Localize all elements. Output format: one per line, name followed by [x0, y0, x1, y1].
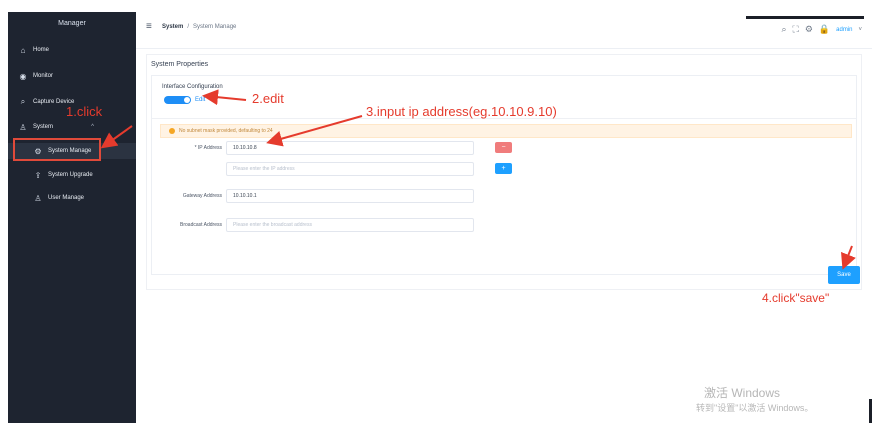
sidebar-item-monitor[interactable]: ◉ Monitor	[8, 68, 136, 84]
home-icon: ⌂	[20, 45, 26, 55]
ip-address-input[interactable]: 10.10.10.8	[226, 141, 474, 155]
annotation-step-1: 1.click	[66, 104, 103, 119]
annotation-step-2: 2.edit	[252, 91, 284, 106]
edit-label: Edit	[195, 97, 206, 103]
sidebar-item-user-manage[interactable]: ♙ User Manage	[8, 190, 136, 206]
warning-icon	[169, 128, 175, 134]
sidebar-item-label: Monitor	[33, 73, 54, 79]
broadcast-address-input[interactable]: Please enter the broadcast address	[226, 218, 474, 232]
app-brand: Manager	[58, 20, 86, 27]
sidebar: Manager ⌂ Home ◉ Monitor ⌕ Capture Devic…	[8, 12, 136, 423]
sidebar-item-system[interactable]: ♙ System ^	[8, 119, 136, 135]
ip-address-input-2[interactable]: Please enter the IP address	[226, 162, 474, 176]
search-icon: ⌕	[20, 97, 26, 106]
gateway-address-label: Gateway Address	[182, 193, 222, 199]
gear-icon: ⚙	[34, 146, 42, 156]
sidebar-item-label: System Manage	[48, 148, 92, 154]
annotation-step-3: 3.input ip address(eg.10.10.9.10)	[366, 104, 557, 119]
topbar-dark-bar	[746, 16, 864, 19]
chevron-up-icon: ^	[91, 124, 94, 130]
sidebar-item-label: Home	[33, 47, 50, 53]
edit-toggle[interactable]: Edit	[164, 96, 205, 104]
windows-activation-subtext: 转到"设置"以激活 Windows。	[696, 403, 814, 413]
card-title: System Properties	[151, 61, 209, 68]
gateway-address-input[interactable]: 10.10.10.1	[226, 189, 474, 203]
settings-icon[interactable]: ⚙	[805, 24, 813, 35]
ip-address-label: * IP Address	[194, 145, 222, 151]
breadcrumb-current: System Manage	[193, 24, 237, 30]
user-menu[interactable]: admin	[836, 27, 852, 33]
upload-icon: ⇪	[34, 170, 42, 180]
sidebar-item-home[interactable]: ⌂ Home	[8, 42, 136, 58]
add-ip-button[interactable]: +	[495, 163, 512, 174]
section-title: Interface Configuration	[162, 84, 223, 90]
toggle-switch[interactable]	[164, 96, 191, 104]
broadcast-address-label: Broadcast Address	[180, 222, 222, 228]
search-icon[interactable]: ⌕	[781, 24, 786, 35]
sidebar-item-system-upgrade[interactable]: ⇪ System Upgrade	[8, 167, 136, 183]
save-button[interactable]: Save	[828, 266, 860, 284]
sidebar-item-system-manage[interactable]: ⚙ System Manage	[8, 143, 136, 159]
warning-banner: No subnet mask provided, defaulting to 2…	[160, 124, 852, 138]
user-icon: ♙	[19, 122, 27, 132]
sidebar-item-label: User Manage	[48, 195, 85, 201]
topbar: ≡ System / System Manage ⌕ ⛶ ⚙ 🔒 admin ˅	[136, 12, 872, 49]
windows-activation-watermark: 激活 Windows	[704, 386, 781, 400]
person-icon: ♙	[34, 193, 42, 203]
breadcrumb-root[interactable]: System	[162, 24, 183, 30]
fullscreen-icon[interactable]: ⛶	[793, 24, 799, 35]
system-properties-card: System Properties Interface Configuratio…	[146, 54, 862, 290]
chevron-down-icon[interactable]: ˅	[858, 27, 862, 33]
topbar-tools: ⌕ ⛶ ⚙ 🔒 admin ˅	[781, 24, 862, 35]
sidebar-item-label: System	[33, 124, 54, 130]
warning-text: No subnet mask provided, defaulting to 2…	[179, 128, 273, 134]
sidebar-item-label: System Upgrade	[48, 172, 93, 178]
lock-icon[interactable]: 🔒	[819, 24, 830, 35]
annotation-step-4: 4.click"save"	[762, 291, 830, 305]
breadcrumb: System / System Manage	[162, 24, 236, 30]
menu-icon[interactable]: ≡	[146, 21, 152, 32]
remove-ip-button[interactable]: −	[495, 142, 512, 153]
breadcrumb-sep: /	[187, 24, 190, 30]
monitor-icon: ◉	[19, 71, 27, 81]
